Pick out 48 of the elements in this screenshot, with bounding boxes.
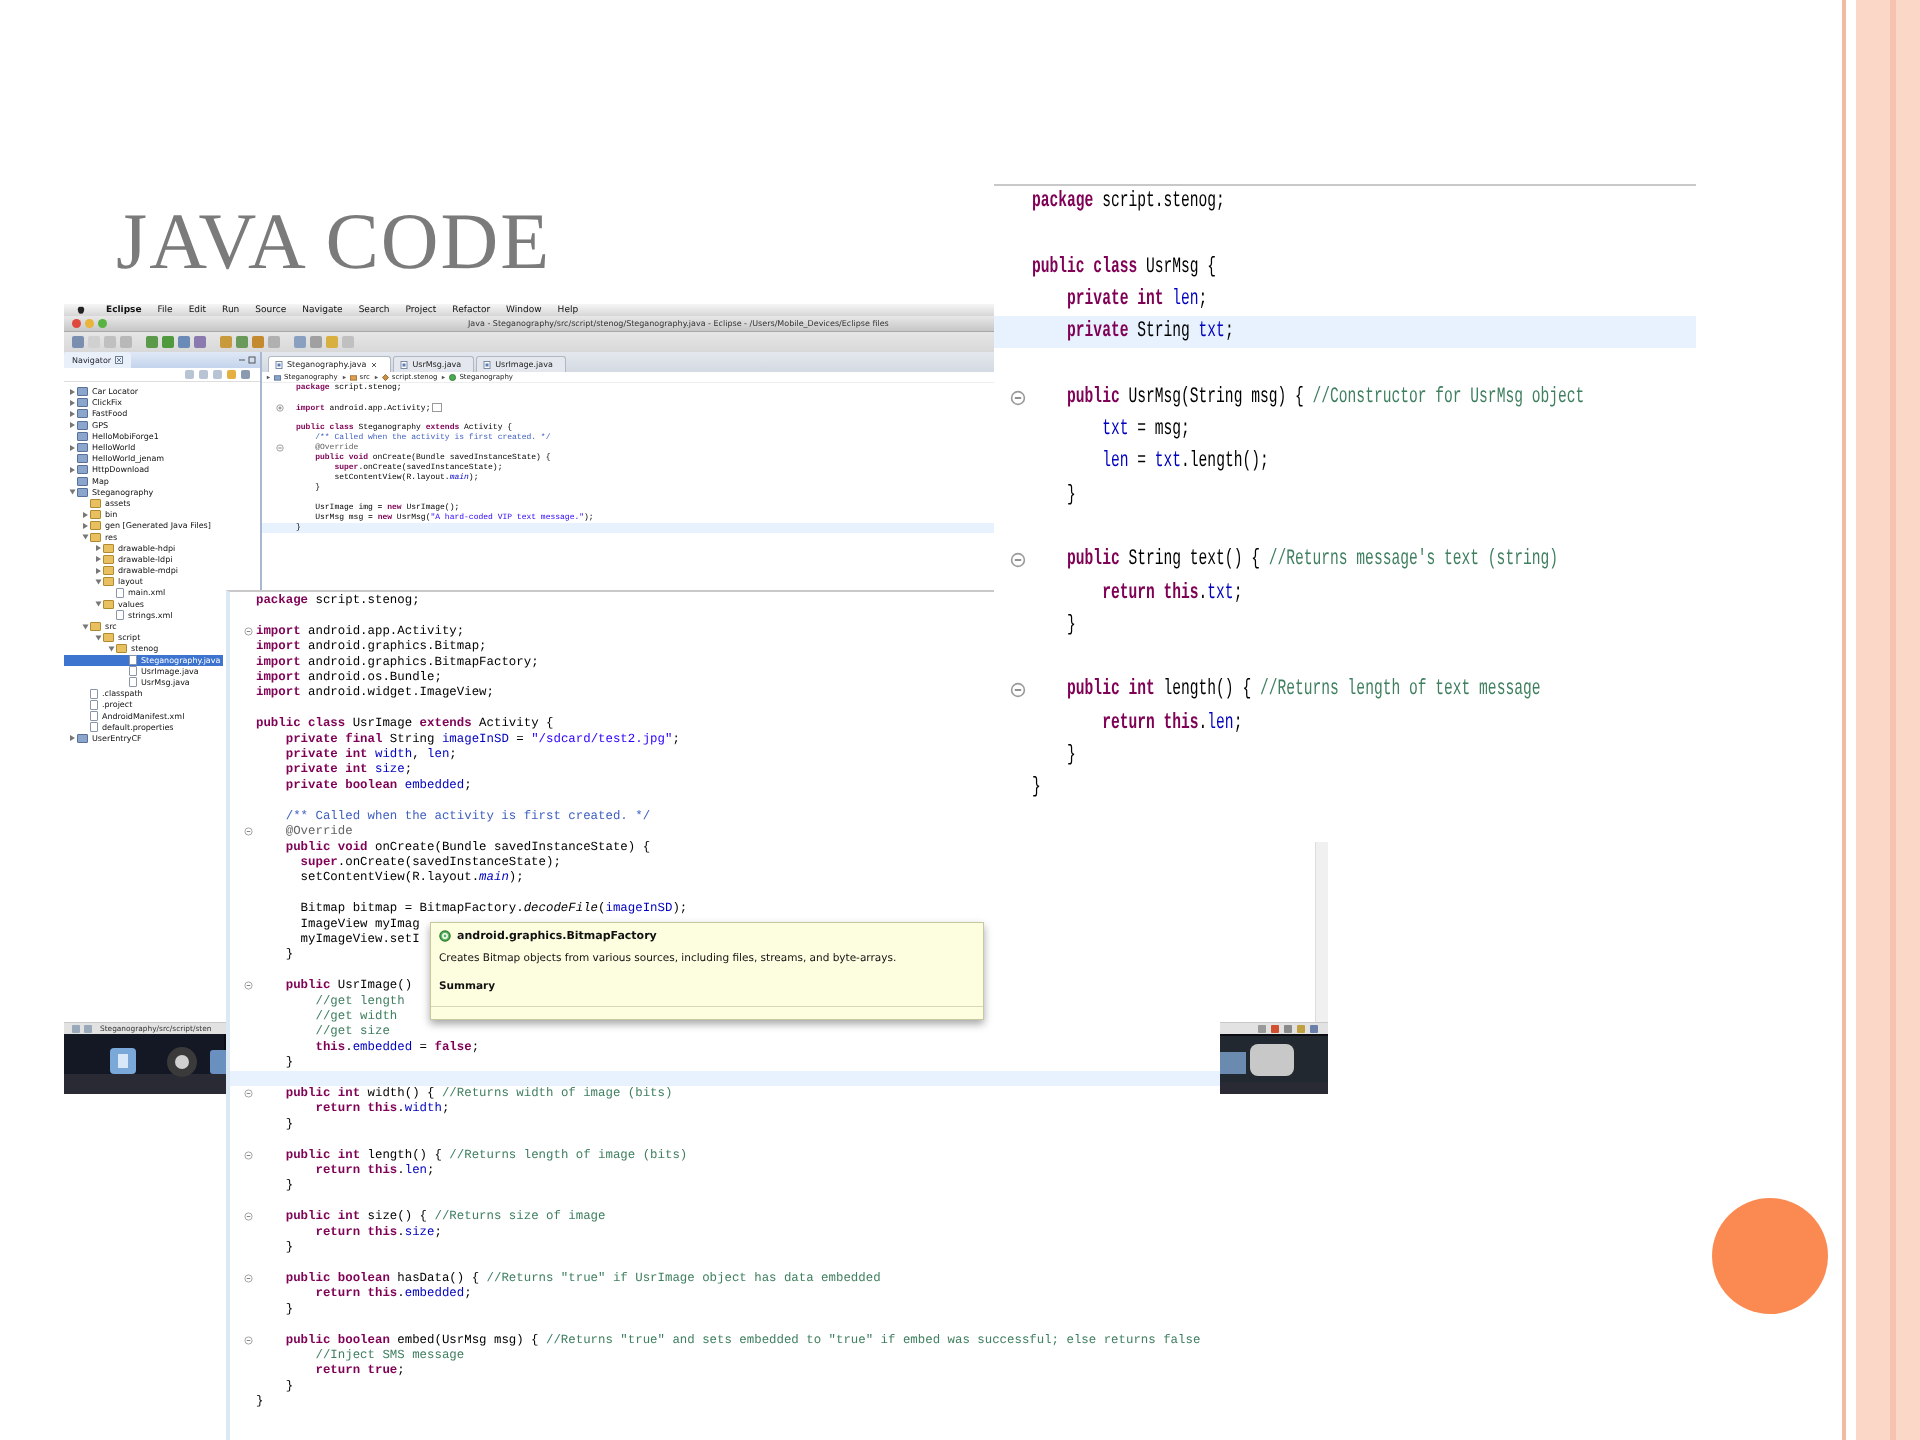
fold-icon[interactable]	[1010, 682, 1026, 699]
slide-title: JAVA CODE	[116, 198, 552, 286]
code-line: public String text() { //Returns message's text (string)	[1065, 546, 1558, 577]
code-line: private String txt;	[1065, 318, 1234, 349]
fold-icon[interactable]	[244, 1150, 253, 1160]
chevron-icon	[266, 374, 271, 380]
folder-icon	[103, 599, 114, 609]
fold-icon[interactable]	[244, 827, 253, 837]
close-button[interactable]	[72, 319, 81, 328]
collapsed-code-icon[interactable]	[432, 403, 443, 412]
logo-icon	[76, 305, 86, 315]
fold-icon[interactable]	[244, 1335, 253, 1345]
scrollbar[interactable]	[1315, 842, 1328, 1022]
fold-icon[interactable]	[244, 1273, 253, 1283]
fold-icon[interactable]	[1010, 389, 1026, 406]
class-icon	[439, 929, 451, 942]
zoom-button[interactable]	[98, 319, 107, 328]
fold-icon[interactable]	[276, 404, 284, 412]
code-line: }	[1065, 481, 1076, 512]
code-line: txt = msg;	[1100, 416, 1190, 447]
code-line: private int len;	[1065, 285, 1208, 316]
code-line: public class UsrMsg {	[1032, 253, 1217, 284]
code-line: }	[1065, 742, 1076, 773]
file-icon	[275, 360, 283, 369]
file-icon	[116, 610, 124, 621]
code-line: return this.txt;	[1100, 579, 1243, 610]
fold-icon[interactable]	[244, 626, 253, 636]
code-line: len = txt.length();	[1100, 448, 1269, 479]
file-icon	[400, 360, 409, 369]
fold-icon[interactable]	[244, 981, 253, 991]
code-line: public UsrMsg(String msg) { //Constructor for UsrMsg object	[1065, 383, 1585, 414]
chevron-icon	[441, 374, 447, 380]
code-line: }	[1065, 611, 1076, 642]
project-folder-icon	[274, 373, 281, 381]
file-icon	[483, 360, 492, 369]
chevron-icon	[341, 374, 347, 380]
project-folder-icon	[77, 733, 88, 743]
fold-icon[interactable]	[276, 444, 284, 452]
file-icon	[116, 587, 124, 598]
fold-icon[interactable]	[244, 1212, 253, 1222]
code-line: }	[1032, 774, 1041, 805]
fold-icon[interactable]	[244, 1089, 253, 1098]
chevron-icon	[373, 374, 379, 380]
fold-icon[interactable]	[1010, 552, 1026, 569]
code-line: package script.stenog;	[1032, 188, 1225, 218]
code-line: return this.len;	[1100, 709, 1243, 740]
class-icon	[449, 373, 457, 381]
code-line: public int length() { //Returns length of text message	[1065, 676, 1541, 707]
